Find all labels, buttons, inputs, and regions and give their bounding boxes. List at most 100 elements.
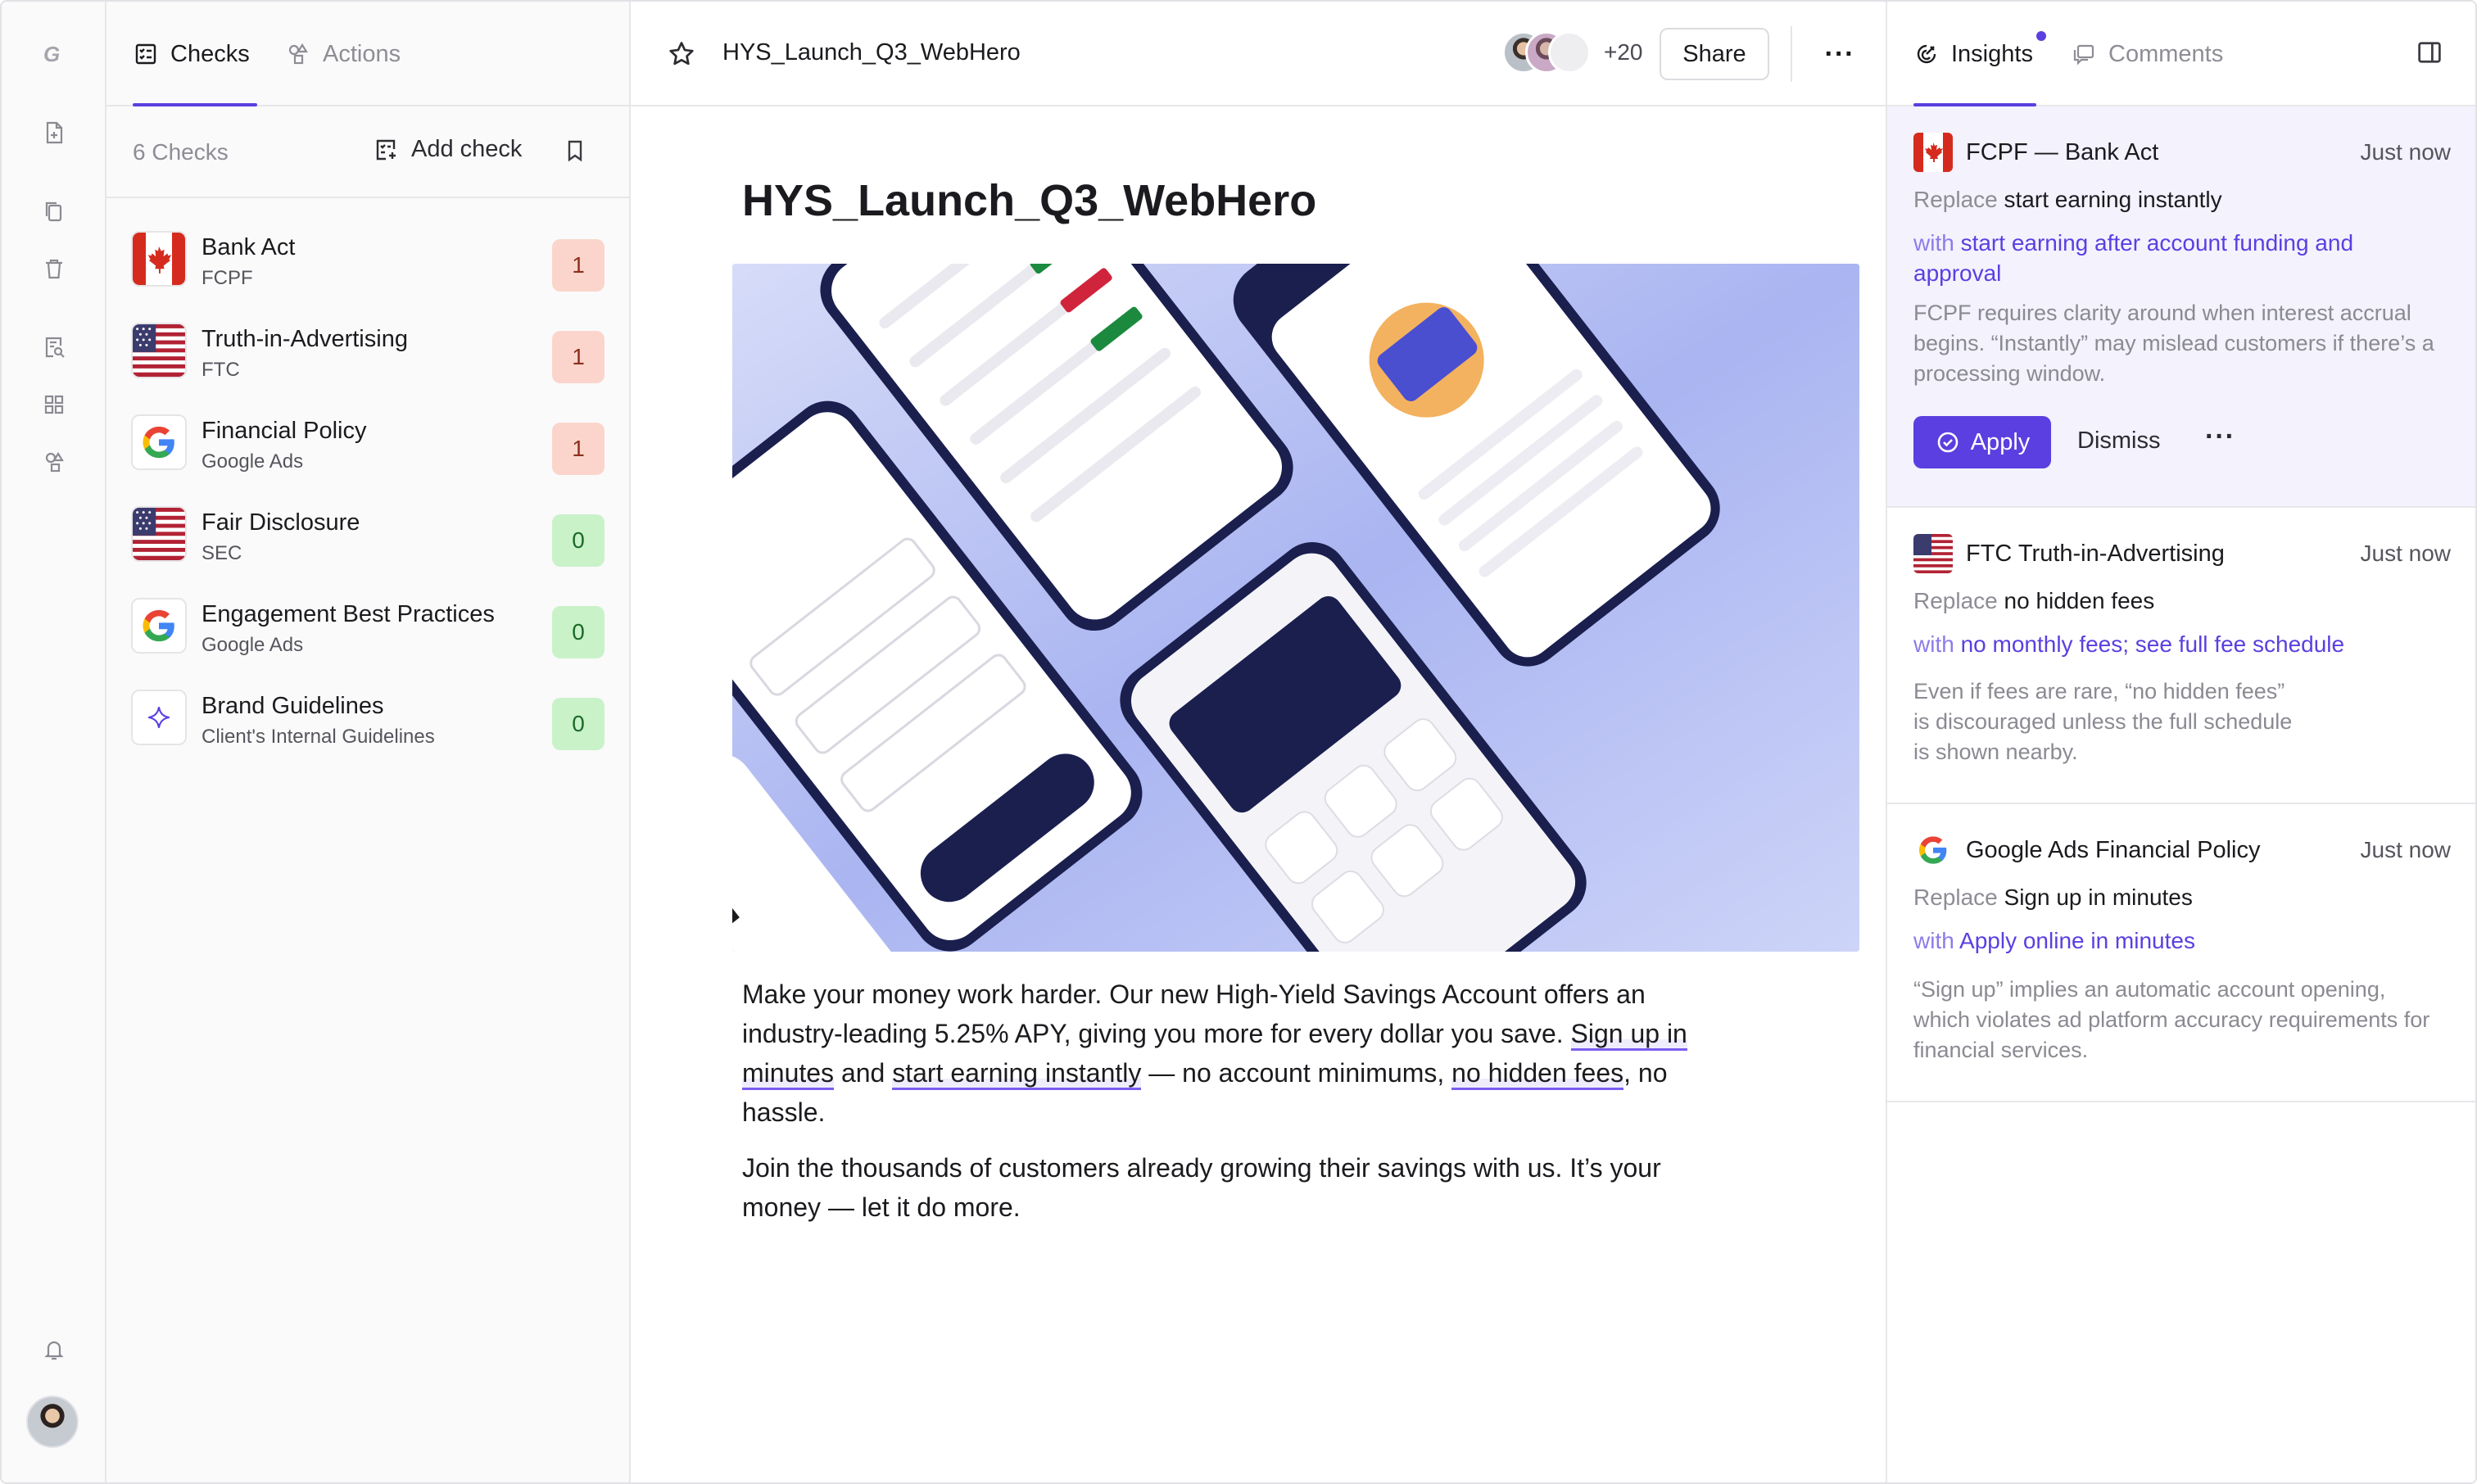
us-flag-icon: [1913, 534, 1953, 573]
check-item-fair-disclosure[interactable]: Fair Disclosure SEC 0: [106, 488, 629, 580]
checklist-icon: [135, 43, 156, 65]
insights-tabbar: Insights Comments: [1887, 2, 2475, 106]
svg-text:G: G: [43, 42, 60, 66]
check-item-financial-policy[interactable]: Financial Policy Google Ads 1: [106, 396, 629, 488]
search-doc-icon[interactable]: [38, 331, 70, 364]
replace-text: no hidden fees: [2004, 588, 2155, 613]
insight-with: with Apply online in minutes: [1913, 925, 2405, 956]
insight-explanation: FCPF requires clarity around when intere…: [1913, 301, 2434, 386]
document-filename: HYS_Launch_Q3_WebHero: [722, 39, 1021, 66]
with-text: start earning after account funding and …: [1913, 230, 2354, 286]
more-options-icon[interactable]: ···: [1820, 34, 1859, 74]
check-name: Engagement Best Practices: [202, 601, 495, 627]
body-text-segment: Make your money work harder. Our new Hig…: [742, 980, 1646, 1048]
check-name: Financial Policy: [202, 418, 367, 444]
flagged-phrase[interactable]: no hidden fees: [1451, 1058, 1624, 1090]
actions-icon: [288, 43, 308, 65]
us-flag-icon: [131, 506, 187, 562]
check-item-bank-act[interactable]: Bank Act FCPF 1: [106, 213, 629, 305]
insight-time: Just now: [2360, 139, 2452, 165]
tab-insights-label: Insights: [1951, 40, 2033, 67]
insight-card-ftc[interactable]: FTC Truth-in-Advertising Just now Replac…: [1887, 508, 2475, 804]
trash-icon[interactable]: [38, 252, 70, 285]
divider: [1791, 26, 1792, 82]
check-count-badge: 0: [552, 514, 605, 567]
document-pane: HYS_Launch_Q3_WebHero +20 Share ··· HYS_…: [631, 2, 1887, 1482]
tab-checks[interactable]: Checks: [133, 34, 250, 74]
tab-actions[interactable]: Actions: [285, 34, 401, 74]
check-item-brand-guidelines[interactable]: Brand Guidelines Client's Internal Guide…: [106, 672, 629, 763]
insight-with: with start earning after account funding…: [1913, 228, 2405, 288]
check-circle-icon: [1937, 432, 1959, 453]
checks-tabbar: Checks Actions: [106, 2, 629, 106]
document-toolbar: HYS_Launch_Q3_WebHero +20 Share ···: [631, 2, 1886, 106]
insights-panel: Insights Comments FCPF — Bank Act Just n…: [1887, 2, 2475, 1482]
insight-replace: Replace start earning instantly: [1913, 187, 2222, 213]
add-check-button[interactable]: Add check: [374, 136, 522, 163]
check-source: Google Ads: [202, 450, 304, 473]
avatar: [1548, 31, 1591, 74]
flagged-phrase[interactable]: start earning instantly: [892, 1058, 1142, 1090]
grid-icon[interactable]: [38, 388, 70, 421]
dismiss-button[interactable]: Dismiss: [2077, 428, 2161, 455]
body-paragraph: Make your money work harder. Our new Hig…: [742, 975, 1741, 1132]
check-item-engagement-best-practices[interactable]: Engagement Best Practices Google Ads 0: [106, 580, 629, 672]
copy-icon[interactable]: [38, 195, 70, 228]
check-name: Truth-in-Advertising: [202, 326, 408, 352]
check-count-badge: 1: [552, 239, 605, 292]
app-window: G Checks Actions 6 Checks Add check Bank…: [0, 0, 2477, 1484]
insight-with: with no monthly fees; see full fee sched…: [1913, 629, 2405, 659]
share-button[interactable]: Share: [1660, 28, 1769, 80]
replace-keyword: Replace: [1913, 885, 1998, 910]
tab-comments[interactable]: Comments: [2071, 34, 2223, 74]
canada-flag-icon: [1913, 133, 1953, 172]
left-rail: G: [2, 2, 106, 1482]
check-count-badge: 0: [552, 606, 605, 658]
check-name: Fair Disclosure: [202, 509, 360, 536]
insight-explanation: “Sign up” implies an automatic account o…: [1913, 977, 2430, 1062]
insight-title: Google Ads Financial Policy: [1966, 837, 2261, 863]
collaborator-avatars[interactable]: [1502, 31, 1592, 77]
shapes-icon[interactable]: [38, 446, 70, 478]
hero-image: [732, 264, 1859, 952]
with-keyword: with: [1913, 631, 1954, 657]
apply-button[interactable]: Apply: [1913, 416, 2051, 468]
new-doc-icon[interactable]: [38, 116, 70, 149]
star-icon[interactable]: [667, 39, 696, 69]
unread-dot: [2036, 31, 2046, 41]
checks-header: 6 Checks Add check: [106, 106, 629, 198]
bookmark-icon[interactable]: [562, 138, 588, 168]
insight-card-fcpf[interactable]: FCPF — Bank Act Just now Replace start e…: [1887, 106, 2475, 508]
body-paragraph: Join the thousands of customers already …: [742, 1153, 1661, 1222]
insight-replace: Replace Sign up in minutes: [1913, 885, 2193, 911]
with-text: no monthly fees; see full fee schedule: [1960, 631, 2345, 657]
add-check-icon: [376, 139, 396, 160]
insight-title: FCPF — Bank Act: [1966, 139, 2159, 165]
check-source: Google Ads: [202, 634, 304, 656]
user-avatar[interactable]: [26, 1396, 79, 1448]
check-name: Bank Act: [202, 234, 296, 260]
document-title: HYS_Launch_Q3_WebHero: [742, 176, 1317, 225]
check-list: Bank Act FCPF 1 Truth-in-Advertising FTC…: [106, 213, 629, 763]
check-source: FCPF: [202, 267, 253, 289]
check-item-truth-in-advertising[interactable]: Truth-in-Advertising FTC 1: [106, 305, 629, 396]
check-source: SEC: [202, 542, 242, 564]
collaborators-extra-count[interactable]: +20: [1604, 39, 1643, 66]
apply-label: Apply: [1970, 428, 2031, 455]
comments-icon: [2073, 44, 2094, 66]
bell-icon[interactable]: [38, 1333, 70, 1366]
add-check-label: Add check: [411, 136, 523, 162]
insights-icon: [1917, 44, 1936, 64]
toggle-panel-icon[interactable]: [2415, 38, 2444, 67]
with-text: Apply online in minutes: [1959, 928, 2195, 953]
tab-insights[interactable]: Insights: [1913, 34, 2033, 74]
with-keyword: with: [1913, 230, 1954, 256]
replace-keyword: Replace: [1913, 588, 1998, 613]
replace-keyword: Replace: [1913, 187, 1998, 212]
body-text-segment: and: [840, 1058, 885, 1088]
insight-time: Just now: [2360, 541, 2452, 566]
canada-flag-icon: [131, 231, 187, 287]
insight-card-google-ads[interactable]: Google Ads Financial Policy Just now Rep…: [1887, 804, 2475, 1102]
card-more-icon[interactable]: ···: [2205, 421, 2235, 453]
logo-icon[interactable]: G: [38, 38, 70, 70]
